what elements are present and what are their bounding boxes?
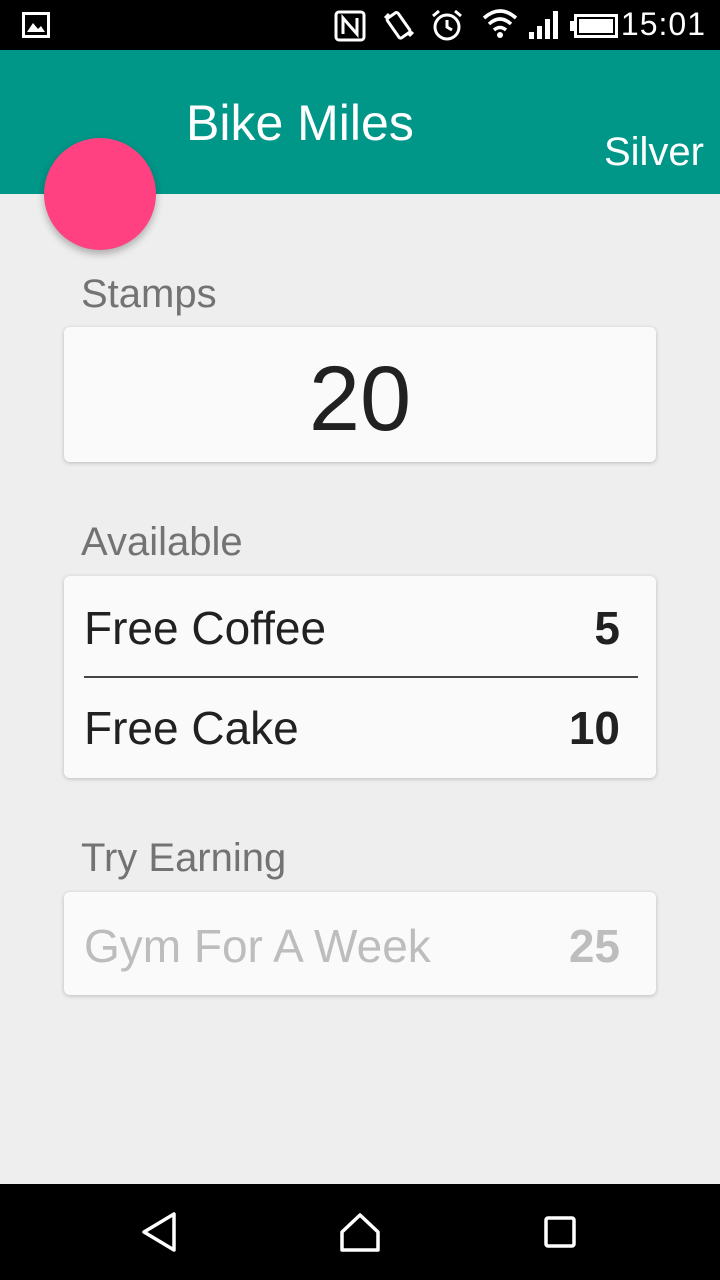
image-notification-icon	[22, 12, 50, 38]
home-icon[interactable]	[338, 1210, 382, 1254]
available-section-label: Available	[81, 520, 243, 564]
recents-icon[interactable]	[538, 1210, 582, 1254]
stamps-card: 20	[64, 327, 656, 462]
reward-row-free-cake[interactable]: Free Cake 10	[84, 676, 620, 776]
status-bar: 15:01	[0, 0, 720, 50]
reward-row-free-coffee[interactable]: Free Coffee 5	[84, 576, 620, 676]
stamps-count: 20	[308, 348, 412, 450]
try-earning-card: Gym For A Week 25	[64, 892, 656, 995]
battery-icon	[570, 14, 618, 38]
reward-cost: 10	[568, 702, 620, 754]
try-earning-section-label: Try Earning	[81, 836, 287, 880]
nfc-icon	[334, 10, 366, 42]
alarm-icon	[432, 9, 462, 41]
reward-name: Gym For A Week	[84, 920, 431, 972]
available-card: Free Coffee 5 Free Cake 10	[64, 576, 656, 778]
vibrate-icon	[383, 11, 415, 40]
reward-cost: 25	[568, 920, 620, 972]
wifi-icon	[482, 9, 518, 38]
navigation-bar	[0, 1184, 720, 1280]
back-icon[interactable]	[138, 1210, 182, 1254]
stamps-section-label: Stamps	[81, 272, 217, 316]
app-title: Bike Miles	[186, 95, 414, 151]
signal-icon	[529, 11, 558, 39]
reward-name: Free Coffee	[84, 602, 327, 654]
tier-label: Silver	[603, 130, 704, 174]
status-time: 15:01	[620, 6, 706, 42]
avatar[interactable]	[44, 138, 156, 250]
reward-name: Free Cake	[84, 702, 299, 754]
reward-cost: 5	[594, 602, 620, 654]
reward-row-gym-for-a-week[interactable]: Gym For A Week 25	[84, 894, 620, 994]
